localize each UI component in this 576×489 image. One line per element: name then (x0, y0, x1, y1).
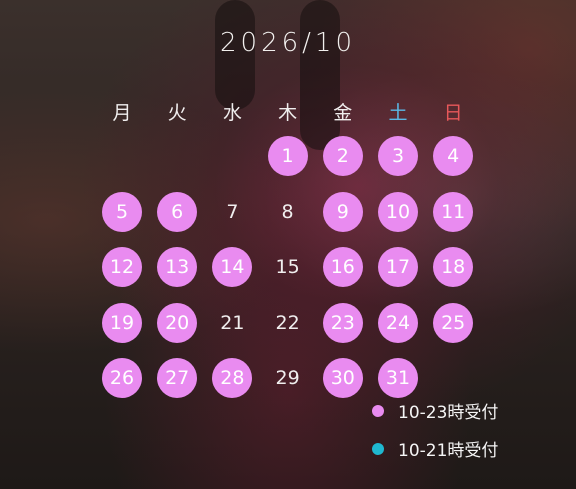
weekday-label: 金 (333, 102, 353, 124)
calendar-day-23: 23 (322, 302, 363, 343)
weekday-label: 月 (112, 102, 132, 124)
calendar-day-27: 27 (157, 358, 198, 398)
calendar-day-3: 3 (378, 136, 418, 176)
legend-item-10-23: 10-23時受付 (372, 398, 498, 423)
calendar-day-18: 18 (433, 247, 474, 287)
calendar-title: 2026/10 (219, 28, 356, 58)
weekday-label: 木 (278, 102, 298, 124)
calendar-day-9: 9 (322, 191, 363, 232)
weekday-label: 水 (222, 102, 242, 124)
calendar-day-26: 26 (102, 358, 142, 398)
calendar-day-2: 2 (322, 136, 363, 176)
calendar-day-25: 25 (433, 302, 474, 343)
calendar-day-7: 7 (226, 200, 239, 223)
calendar-day-14: 14 (212, 247, 253, 287)
calendar-day-19: 19 (102, 302, 142, 343)
weekday-label: 日 (443, 102, 463, 124)
cyan-dot-icon (372, 442, 384, 455)
calendar-day-11: 11 (433, 191, 474, 232)
calendar-day-4: 4 (433, 136, 474, 176)
calendar-day-6: 6 (157, 191, 198, 232)
legend-item-10-21: 10-21時受付 (372, 436, 498, 461)
calendar-grid: 1 2 3 4 5 6 7 8 9 10 11 12 13 14 15 16 17 18 19 20 21 22 23 24 2… (94, 132, 479, 398)
calendar-day-13: 13 (157, 247, 198, 287)
calendar-day-17: 17 (378, 247, 418, 287)
calendar-day-21: 21 (220, 311, 245, 334)
calendar-day-12: 12 (102, 247, 142, 287)
calendar-day-16: 16 (322, 247, 363, 287)
calendar-day-20: 20 (157, 302, 198, 343)
calendar-day-24: 24 (378, 302, 418, 343)
calendar-day-5: 5 (102, 191, 142, 232)
calendar-day-10: 10 (378, 191, 418, 232)
calendar-day-30: 30 (322, 358, 363, 398)
calendar-day-8: 8 (281, 200, 294, 223)
weekday-label: 火 (167, 102, 187, 124)
calendar-day-15: 15 (275, 256, 300, 278)
calendar-day-29: 29 (275, 367, 300, 389)
calendar-day-31: 31 (378, 358, 418, 398)
weekday-label: 土 (388, 102, 408, 124)
calendar-day-22: 22 (275, 311, 300, 334)
calendar-day-1: 1 (267, 136, 308, 176)
pink-dot-icon (372, 404, 384, 417)
legend-label: 10-21時受付 (398, 441, 499, 461)
legend-label: 10-23時受付 (398, 403, 499, 423)
weekday-header: 月火水木金土日 (94, 98, 479, 128)
